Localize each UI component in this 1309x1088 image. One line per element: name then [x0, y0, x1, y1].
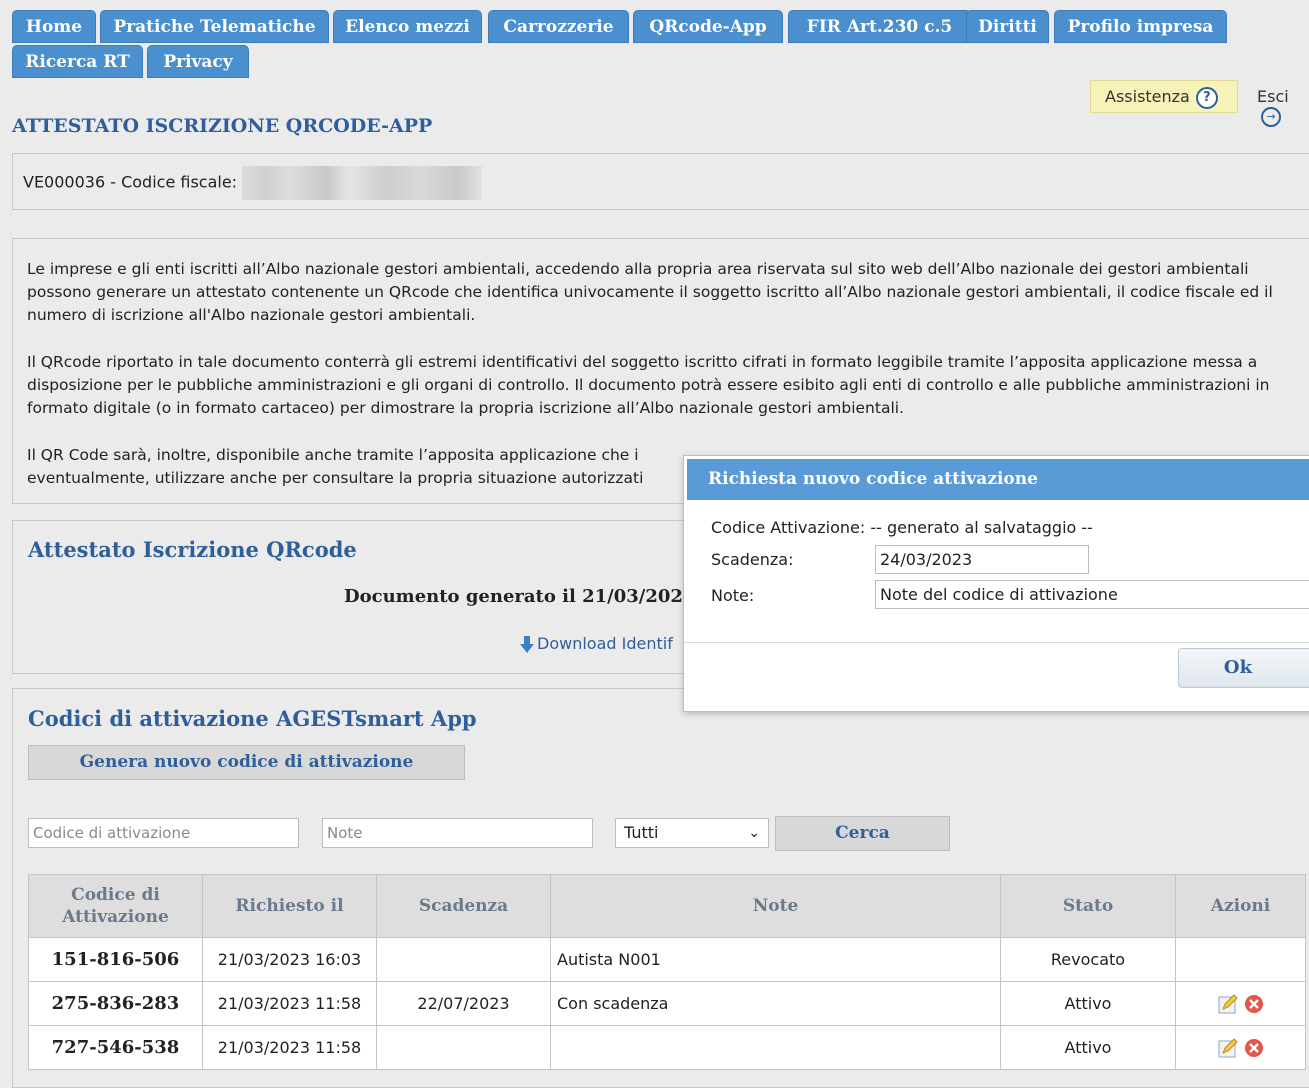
- generated-date: Documento generato il 21/03/2023: [344, 586, 696, 607]
- company-info: VE000036 - Codice fiscale:: [23, 166, 483, 200]
- ok-button[interactable]: Ok: [1178, 648, 1309, 688]
- status-select-value: Tutti: [624, 823, 659, 842]
- company-box: VE000036 - Codice fiscale:: [12, 153, 1309, 210]
- download-arrow-icon: [520, 635, 534, 653]
- dialog-expiry-input[interactable]: 24/03/2023: [875, 545, 1089, 574]
- requested-cell: 21/03/2023 11:58: [202, 981, 377, 1026]
- col-azioni: Azioni: [1175, 874, 1306, 938]
- codes-table: Codice di Attivazione Richiesto il Scade…: [28, 874, 1306, 1070]
- company-id-label: VE000036 - Codice fiscale:: [23, 172, 238, 192]
- expiry-cell: 22/07/2023: [376, 981, 551, 1026]
- status-cell: Revocato: [1000, 937, 1176, 982]
- col-scadenza: Scadenza: [376, 874, 551, 938]
- col-note: Note: [550, 874, 1001, 938]
- status-cell: Attivo: [1000, 981, 1176, 1026]
- assistenza-label: Assistenza: [1105, 87, 1190, 106]
- info-paragraph-4: eventualmente, utilizzare anche per cons…: [27, 469, 644, 487]
- esci-link[interactable]: Esci→: [1257, 87, 1309, 127]
- note-cell: [550, 1025, 1001, 1070]
- tab-diritti[interactable]: Diritti: [966, 10, 1049, 43]
- dialog-note-input[interactable]: Note del codice di attivazione: [875, 580, 1309, 609]
- requested-cell: 21/03/2023 11:58: [202, 1025, 377, 1070]
- code-cell: 727-546-538: [28, 1025, 203, 1070]
- generate-code-button[interactable]: Genera nuovo codice di attivazione: [28, 745, 465, 780]
- dialog-code-row: Codice Attivazione: -- generato al salva…: [711, 518, 1093, 537]
- info-paragraph-2: Il QRcode riportato in tale documento co…: [27, 353, 1270, 417]
- tab-elenco-mezzi[interactable]: Elenco mezzi: [333, 10, 482, 43]
- dialog-expiry-label: Scadenza:: [711, 550, 794, 569]
- codici-title: Codici di attivazione AGESTsmart App: [28, 706, 477, 731]
- download-link[interactable]: Download Identif: [520, 634, 673, 654]
- expiry-cell: [376, 937, 551, 982]
- tab-ricerca-rt[interactable]: Ricerca RT: [12, 45, 143, 78]
- col-richiesto: Richiesto il: [202, 874, 377, 938]
- actions-cell: [1175, 1025, 1306, 1070]
- tab-qrcode-app[interactable]: QRcode-App: [633, 10, 783, 43]
- tab-privacy[interactable]: Privacy: [147, 45, 249, 78]
- filter-note-input[interactable]: [322, 818, 593, 848]
- tab-fir[interactable]: FIR Art.230 c.5: [788, 10, 971, 43]
- table-row: 275-836-283 21/03/2023 11:58 22/07/2023 …: [28, 981, 1306, 1026]
- tab-profilo-impresa[interactable]: Profilo impresa: [1054, 10, 1227, 43]
- expiry-cell: [376, 1025, 551, 1070]
- logout-icon: →: [1261, 106, 1281, 127]
- tab-home[interactable]: Home: [12, 10, 96, 43]
- code-cell: 151-816-506: [28, 937, 203, 982]
- redacted-codice-fiscale: [242, 166, 483, 200]
- dialog-code-value: -- generato al salvataggio --: [870, 518, 1093, 537]
- edit-icon[interactable]: [1217, 993, 1239, 1015]
- search-button[interactable]: Cerca: [775, 816, 950, 851]
- chevron-down-icon: ⌄: [748, 825, 760, 841]
- revoke-icon[interactable]: [1244, 994, 1264, 1014]
- edit-icon[interactable]: [1217, 1037, 1239, 1059]
- table-row: 727-546-538 21/03/2023 11:58 Attivo: [28, 1025, 1306, 1070]
- tab-pratiche-telematiche[interactable]: Pratiche Telematiche: [100, 10, 329, 43]
- dialog-divider: [684, 642, 1309, 643]
- attestato-title: Attestato Iscrizione QRcode: [28, 537, 357, 562]
- help-icon: ?: [1195, 86, 1218, 109]
- esci-label: Esci: [1257, 87, 1289, 106]
- actions-cell: [1175, 937, 1306, 982]
- revoke-icon[interactable]: [1244, 1038, 1264, 1058]
- status-select[interactable]: Tutti ⌄: [615, 818, 769, 848]
- filter-code-input[interactable]: [28, 818, 299, 848]
- note-cell: Autista N001: [550, 937, 1001, 982]
- col-stato: Stato: [1000, 874, 1176, 938]
- info-paragraph-1: Le imprese e gli enti iscritti all’Albo …: [27, 260, 1273, 324]
- table-row: 151-816-506 21/03/2023 16:03 Autista N00…: [28, 937, 1306, 982]
- dialog-title: Richiesta nuovo codice attivazione: [687, 459, 1309, 500]
- status-cell: Attivo: [1000, 1025, 1176, 1070]
- info-paragraph-3: Il QR Code sarà, inoltre, disponibile an…: [27, 446, 639, 464]
- assistenza-button[interactable]: Assistenza?: [1090, 80, 1238, 113]
- col-codice: Codice di Attivazione: [28, 874, 203, 938]
- dialog-code-label: Codice Attivazione:: [711, 518, 866, 537]
- dialog-note-label: Note:: [711, 586, 755, 605]
- actions-cell: [1175, 981, 1306, 1026]
- new-code-dialog: Richiesta nuovo codice attivazione Codic…: [683, 455, 1309, 712]
- requested-cell: 21/03/2023 16:03: [202, 937, 377, 982]
- tab-carrozzerie[interactable]: Carrozzerie: [488, 10, 629, 43]
- page-title: ATTESTATO ISCRIZIONE QRCODE-APP: [12, 115, 433, 137]
- code-cell: 275-836-283: [28, 981, 203, 1026]
- note-cell: Con scadenza: [550, 981, 1001, 1026]
- download-label: Download Identif: [537, 634, 673, 653]
